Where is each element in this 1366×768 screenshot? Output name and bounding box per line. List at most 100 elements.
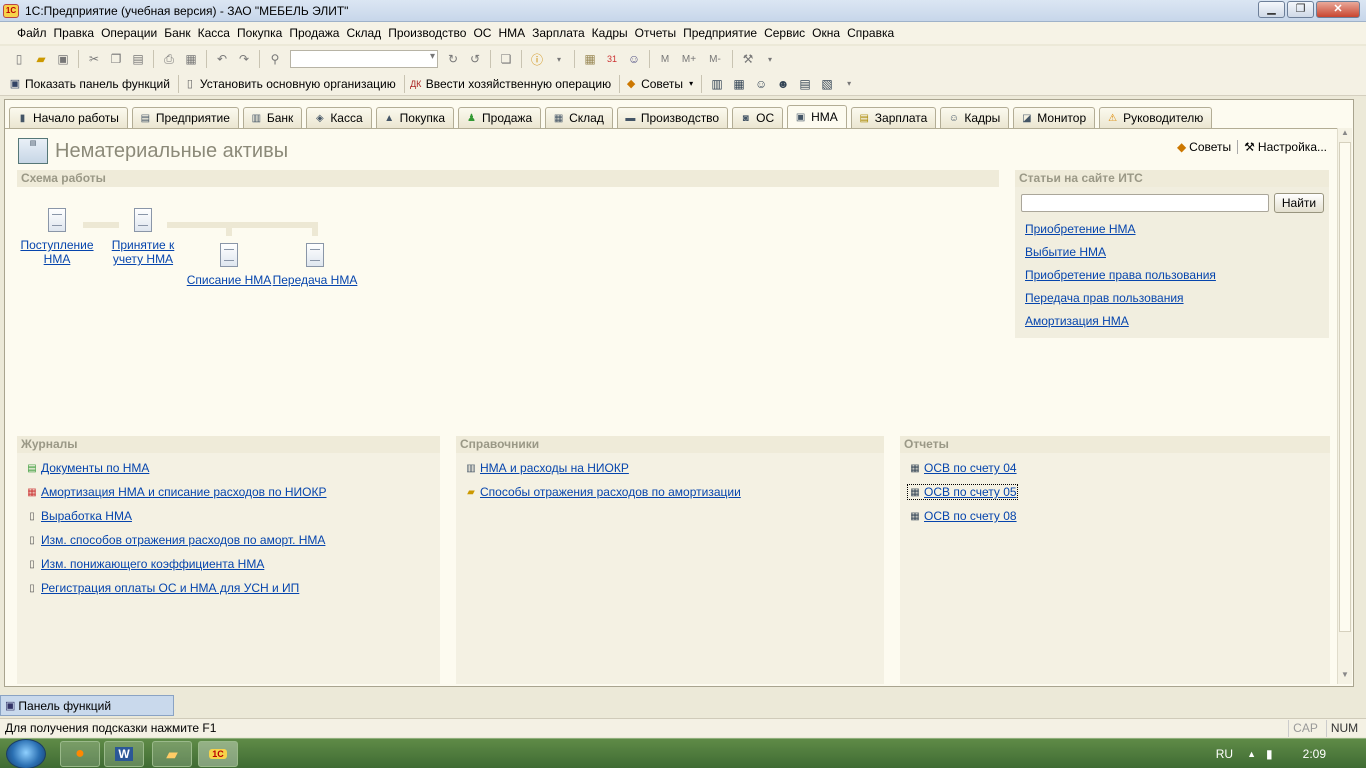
- info-icon[interactable]: ⓘ: [528, 50, 546, 68]
- tab-sale[interactable]: ♟ Продажа: [458, 107, 542, 128]
- new-document-icon[interactable]: ▯: [10, 50, 28, 68]
- chevron-down-icon[interactable]: ▾: [761, 50, 779, 68]
- language-indicator[interactable]: RU: [1216, 747, 1233, 761]
- network-icon[interactable]: ▮: [1266, 747, 1273, 761]
- memory-minus-icon[interactable]: M-: [704, 50, 726, 68]
- page-settings-link[interactable]: Настройка...: [1258, 140, 1327, 154]
- minimize-button[interactable]: ▁: [1258, 1, 1285, 18]
- tab-bank[interactable]: ▥ Банк: [242, 107, 303, 128]
- report-icon[interactable]: ▥: [708, 75, 726, 93]
- calculator-icon[interactable]: ▦: [581, 50, 599, 68]
- schema-node-receipt[interactable]: Поступление НМА: [19, 208, 95, 266]
- memory-plus-icon[interactable]: M+: [678, 50, 700, 68]
- its-link[interactable]: Приобретение права пользования: [1025, 268, 1216, 282]
- menu-reports[interactable]: Отчеты: [635, 26, 676, 40]
- tab-cash[interactable]: ◈ Касса: [306, 107, 372, 128]
- menu-service[interactable]: Сервис: [764, 26, 805, 40]
- menu-bank[interactable]: Банк: [164, 26, 190, 40]
- tab-intangible-assets[interactable]: ▣ НМА: [787, 105, 847, 128]
- menu-fixed-assets[interactable]: ОС: [473, 26, 491, 40]
- tab-start[interactable]: ▮ Начало работы: [9, 107, 128, 128]
- schema-node-write-off[interactable]: Списание НМА: [185, 243, 273, 287]
- vertical-scrollbar[interactable]: ▲ ▼: [1337, 128, 1352, 684]
- tab-purchase[interactable]: ▲ Покупка: [375, 107, 455, 128]
- chevron-down-icon[interactable]: ▾: [550, 50, 568, 68]
- scroll-thumb[interactable]: [1339, 142, 1351, 632]
- restore-button[interactable]: ❐: [1287, 1, 1314, 18]
- menu-intangible-assets[interactable]: НМА: [498, 26, 525, 40]
- menu-windows[interactable]: Окна: [812, 26, 840, 40]
- list-item[interactable]: ▯ Изм. способов отражения расходов по амо…: [25, 533, 325, 547]
- menu-cash[interactable]: Касса: [198, 26, 230, 40]
- tab-production[interactable]: ▬ Производство: [616, 107, 729, 128]
- menu-production[interactable]: Производство: [388, 26, 466, 40]
- list-item[interactable]: ▥ НМА и расходы на НИОКР: [464, 461, 629, 475]
- its-link[interactable]: Приобретение НМА: [1025, 222, 1136, 236]
- tab-warehouse[interactable]: ▦ Склад: [545, 107, 613, 128]
- windows-icon[interactable]: ❏: [497, 50, 515, 68]
- chart-of-accounts-icon[interactable]: ▦: [730, 75, 748, 93]
- cut-icon[interactable]: ✂: [85, 50, 103, 68]
- tab-monitor[interactable]: ◪ Монитор: [1013, 107, 1096, 128]
- tips-button[interactable]: ◆ Советы ▾: [624, 77, 693, 91]
- list-item[interactable]: ▦ ОСВ по счету 08: [908, 509, 1016, 523]
- menu-help[interactable]: Справка: [847, 26, 894, 40]
- explorer-taskbar-button[interactable]: ▰: [152, 741, 192, 767]
- list-item[interactable]: ▯ Изм. понижающего коэффициента НМА: [25, 557, 264, 571]
- tools-icon[interactable]: ⚒: [739, 50, 757, 68]
- list-item[interactable]: ▤ Документы по НМА: [25, 461, 149, 475]
- menu-salary[interactable]: Зарплата: [532, 26, 585, 40]
- close-button[interactable]: ✕: [1316, 1, 1360, 18]
- persons-icon[interactable]: ☻: [774, 75, 792, 93]
- list-item[interactable]: ▦ Амортизация НМА и списание расходов по …: [25, 485, 326, 499]
- tab-enterprise[interactable]: ▤ Предприятие: [131, 107, 239, 128]
- list-item[interactable]: ▯ Выработка НМА: [25, 509, 132, 523]
- search-combo-input[interactable]: [290, 50, 438, 68]
- find-prev-icon[interactable]: ↺: [466, 50, 484, 68]
- menu-warehouse[interactable]: Склад: [346, 26, 381, 40]
- tab-personnel[interactable]: ☺ Кадры: [940, 107, 1010, 128]
- enter-operation-button[interactable]: ДК Ввести хозяйственную операцию: [409, 77, 611, 91]
- menu-edit[interactable]: Правка: [54, 26, 95, 40]
- scroll-down-icon[interactable]: ▼: [1338, 670, 1352, 684]
- menu-file[interactable]: Файл: [17, 26, 47, 40]
- tab-director[interactable]: ⚠ Руководителю: [1099, 107, 1213, 128]
- show-function-panel-button[interactable]: ▣ Показать панель функций: [8, 77, 170, 91]
- print-preview-icon[interactable]: ▦: [182, 50, 200, 68]
- menu-enterprise[interactable]: Предприятие: [683, 26, 757, 40]
- its-find-button[interactable]: Найти: [1274, 193, 1324, 213]
- tab-fixed-assets[interactable]: ◙ ОС: [732, 107, 784, 128]
- chevron-down-icon[interactable]: ▾: [689, 79, 693, 88]
- list-item[interactable]: ▦ ОСВ по счету 04: [908, 461, 1016, 475]
- tab-salary[interactable]: ▤ Зарплата: [850, 107, 937, 128]
- open-folder-icon[interactable]: ▰: [32, 50, 50, 68]
- word-taskbar-button[interactable]: W: [104, 741, 144, 767]
- paste-icon[interactable]: ▤: [129, 50, 147, 68]
- calendar-icon[interactable]: 31: [603, 50, 621, 68]
- its-link[interactable]: Передача прав пользования: [1025, 291, 1184, 305]
- print-icon[interactable]: ⎙: [160, 50, 178, 68]
- schema-node-transfer[interactable]: Передача НМА: [271, 243, 359, 287]
- schema-node-accept[interactable]: Принятие к учету НМА: [105, 208, 181, 266]
- menu-operations[interactable]: Операции: [101, 26, 157, 40]
- its-link[interactable]: Выбытие НМА: [1025, 245, 1106, 259]
- firefox-taskbar-button[interactable]: ●: [60, 741, 100, 767]
- list-item[interactable]: ▰ Способы отражения расходов по амортизац…: [464, 485, 741, 499]
- function-panel-taskbar-button[interactable]: ▣ Панель функций: [0, 695, 174, 716]
- list-item[interactable]: ▦ ОСВ по счету 05: [907, 484, 1018, 500]
- users-icon[interactable]: ☺: [625, 50, 643, 68]
- undo-icon[interactable]: ↶: [213, 50, 231, 68]
- employees-icon[interactable]: ☺: [752, 75, 770, 93]
- documents-icon[interactable]: ▤: [796, 75, 814, 93]
- redo-icon[interactable]: ↷: [235, 50, 253, 68]
- its-link[interactable]: Амортизация НМА: [1025, 314, 1129, 328]
- start-button[interactable]: [6, 739, 46, 768]
- copy-icon[interactable]: ❐: [107, 50, 125, 68]
- onec-taskbar-button[interactable]: 1С: [198, 741, 238, 767]
- chevron-down-icon[interactable]: ▾: [840, 75, 858, 93]
- tray-expand-icon[interactable]: ▲: [1247, 749, 1256, 759]
- set-main-org-button[interactable]: ▯ Установить основную организацию: [183, 77, 396, 91]
- list-item[interactable]: ▯ Регистрация оплаты ОС и НМА для УСН и И…: [25, 581, 299, 595]
- scroll-up-icon[interactable]: ▲: [1338, 128, 1352, 142]
- search-icon[interactable]: ⚲: [266, 50, 284, 68]
